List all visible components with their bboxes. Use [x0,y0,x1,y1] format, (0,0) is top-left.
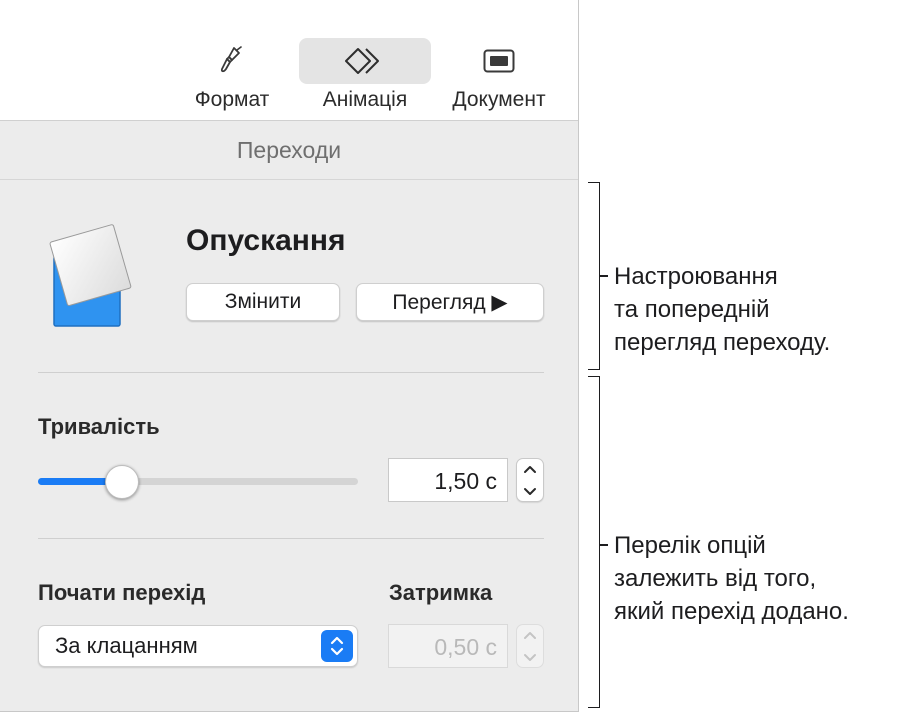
tab-format[interactable]: Формат [176,38,288,114]
callout-bracket-top [588,182,600,370]
divider [38,538,544,539]
delay-label: Затримка [389,580,493,605]
start-transition-value: За клацанням [55,633,198,658]
start-transition-label: Почати перехід [38,580,206,605]
drop-transition-icon [46,222,136,332]
callout-line: який перехід додано. [614,598,849,625]
callout-line: перегляд переходу. [614,329,831,356]
callout-line: Перелік опцій [614,532,766,559]
duration-slider[interactable] [38,465,358,499]
chevron-down-icon[interactable] [517,480,543,501]
divider [38,372,544,373]
chevron-up-icon[interactable] [517,625,543,646]
tab-animation-label: Анімація [322,88,408,111]
tab-document-label: Документ [452,88,546,111]
transition-name: Опускання [186,224,346,257]
tab-document[interactable]: Документ [438,38,560,114]
delay-field[interactable]: 0,50 с [388,624,508,668]
callout-top: Настроювання та попередній перегляд пере… [614,260,904,359]
chevron-up-icon[interactable] [517,459,543,480]
callout-line: та попередній [614,296,770,323]
start-transition-select[interactable]: За клацанням [38,625,358,667]
tab-animation[interactable]: Анімація [299,38,431,114]
duration-field[interactable]: 1,50 с [388,458,508,502]
animation-diamond-icon [299,38,431,84]
callout-tick-top [600,275,608,277]
callout-bottom: Перелік опцій залежить від того, який пе… [614,529,904,628]
preview-button[interactable]: Перегляд ▶ [356,283,544,321]
duration-label: Тривалість [38,414,160,439]
paintbrush-icon [176,38,288,84]
chevron-down-icon[interactable] [517,646,543,667]
delay-stepper[interactable] [516,624,544,668]
callout-line: Настроювання [614,263,778,290]
inspector-toolbar: Формат Анімація Документ [0,0,578,121]
updown-chevron-icon [321,630,353,662]
inspector-panel: Формат Анімація Документ Переходи Опуска… [0,0,579,712]
duration-slider-knob[interactable] [105,465,140,499]
callout-bracket-bottom [588,376,600,708]
tab-format-label: Формат [194,88,270,111]
callout-line: залежить від того, [614,565,817,592]
document-icon [438,38,560,84]
duration-stepper[interactable] [516,458,544,502]
callout-tick-bottom [600,544,608,546]
change-button[interactable]: Змінити [186,283,340,321]
section-title: Переходи [0,121,578,180]
